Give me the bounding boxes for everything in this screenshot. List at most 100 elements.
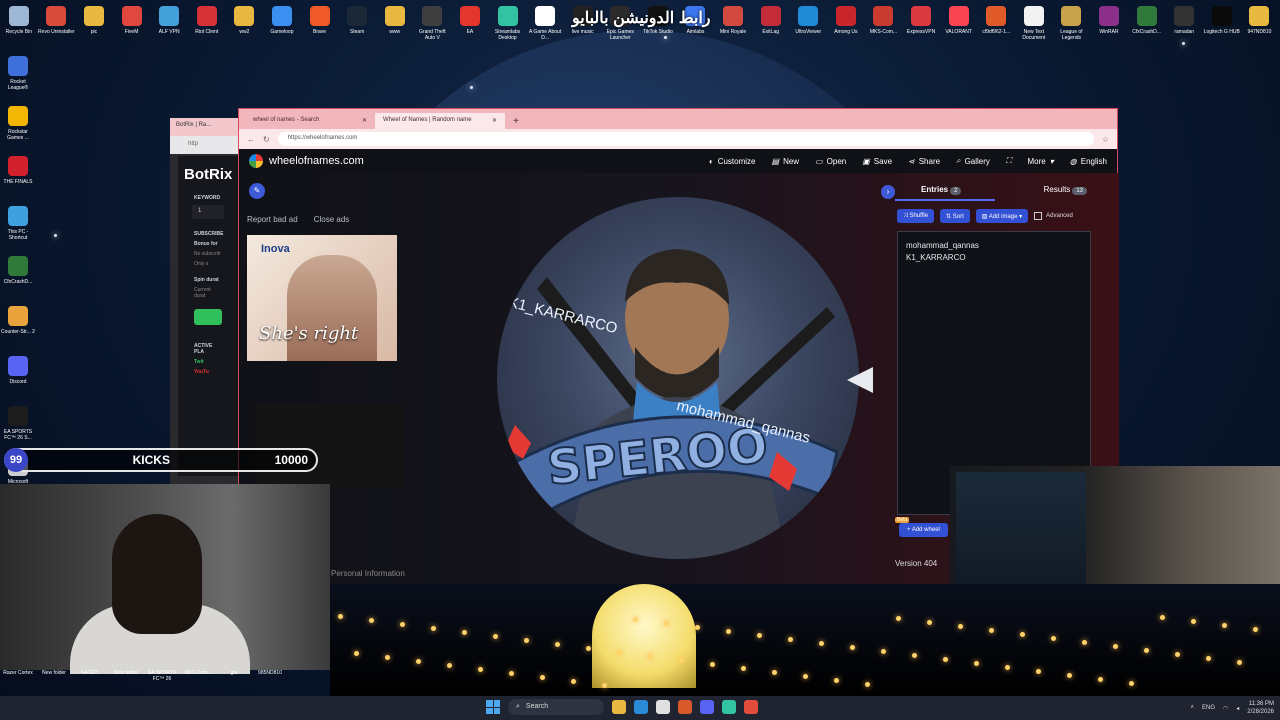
desktop-shortcut[interactable]: New folder — [38, 670, 70, 694]
desktop-shortcut[interactable]: CfxCrashD... — [0, 250, 36, 300]
desktop-shortcut[interactable]: gta — [218, 670, 250, 694]
video-ad[interactable] — [255, 405, 405, 487]
desktop-shortcut[interactable]: UltraViewer — [789, 0, 827, 46]
desktop-shortcut[interactable]: Counter-Str... 2 — [0, 300, 36, 350]
back-icon[interactable]: ← — [247, 135, 255, 144]
desktop-shortcut[interactable]: Grand Theft Auto V — [414, 0, 452, 46]
desktop-shortcut[interactable]: ALF VPN — [150, 0, 188, 46]
nav-new[interactable]: ▤ New — [772, 156, 800, 166]
desktop-shortcut[interactable]: Rockstar Games ... — [0, 100, 36, 150]
desktop-shortcut[interactable]: Recycle Bin — [0, 0, 38, 46]
keyword-input[interactable]: 1 — [192, 205, 224, 219]
reload-icon[interactable]: ↻ — [263, 135, 270, 144]
file-explorer-icon[interactable] — [612, 700, 626, 714]
site-brand[interactable]: wheelofnames.com — [249, 154, 364, 168]
desktop-shortcut[interactable]: Steam — [338, 0, 376, 46]
personal-info-link[interactable]: Personal Information — [331, 569, 405, 578]
desktop-shortcut[interactable]: Among Us — [827, 0, 865, 46]
desktop-shortcut[interactable]: League of Legends — [1053, 0, 1091, 46]
close-icon[interactable]: ✕ — [362, 117, 367, 125]
lang-indicator[interactable]: ENG — [1202, 705, 1215, 711]
desktop-shortcut[interactable]: MKS-Com... — [865, 0, 903, 46]
shuffle-button[interactable]: ⤨ Shuffle — [897, 209, 935, 223]
report-ad-link[interactable]: Report bad ad — [247, 215, 298, 224]
desktop-shortcut[interactable]: THE FINALS — [0, 150, 36, 200]
discord-icon[interactable] — [700, 700, 714, 714]
shortcut-label: This PC - Shortcut — [7, 229, 29, 241]
sort-button[interactable]: ⇅ Sort — [940, 209, 970, 223]
app-icon — [1174, 6, 1195, 26]
desktop-shortcut[interactable]: A Game About D... — [526, 0, 564, 46]
url-input[interactable]: https://wheelofnames.com — [277, 132, 1094, 146]
edit-icon[interactable]: ✎ — [249, 183, 265, 199]
desktop-shortcut[interactable]: ramadan — [1165, 0, 1203, 46]
desktop-shortcut[interactable]: 947ND810 — [1241, 0, 1279, 46]
add-wheel-button[interactable]: Beta + Add wheel — [895, 517, 948, 537]
add-image-button[interactable]: ▨ Add image ▾ — [975, 209, 1029, 223]
tab-results[interactable]: Results 13 — [1044, 185, 1087, 195]
nav-language[interactable]: ◍ English — [1070, 156, 1107, 166]
desktop-shortcut[interactable]: Revo Uninstaller — [38, 0, 76, 46]
chrome-icon[interactable] — [744, 700, 758, 714]
nav-gallery[interactable]: ⌕ Gallery — [956, 156, 990, 166]
collapse-panel-icon[interactable]: › — [881, 185, 895, 199]
app-icon — [159, 6, 180, 26]
nav-share[interactable]: ⋖ Share — [908, 156, 940, 166]
desktop-shortcut[interactable]: New Text Document — [1015, 0, 1053, 46]
desktop-shortcut[interactable]: pic — [75, 0, 113, 46]
windows-start-icon[interactable] — [486, 700, 500, 714]
desktop-shortcut[interactable]: EA — [451, 0, 489, 46]
desktop-shortcut[interactable]: Discord — [0, 350, 36, 400]
desktop-shortcut[interactable]: Riot Client — [188, 0, 226, 46]
tab-search[interactable]: wheel of names - Search ✕ — [245, 113, 375, 129]
desktop-shortcut[interactable]: MKS-Com... — [182, 670, 214, 694]
desktop-shortcut[interactable]: New folder — [110, 670, 142, 694]
desktop-shortcut[interactable]: Mini Royale — [714, 0, 752, 46]
edge-icon[interactable] — [634, 700, 648, 714]
botrix-green-button[interactable] — [194, 309, 222, 325]
advanced-checkbox[interactable]: Advanced — [1034, 212, 1073, 220]
desktop-shortcut[interactable]: www — [376, 0, 414, 46]
desktop-shortcut[interactable]: ExpressVPN — [902, 0, 940, 46]
desktop-shortcut[interactable]: cf9df962-1... — [977, 0, 1015, 46]
ad-banner[interactable]: Inova She's right — [247, 235, 397, 361]
close-icon[interactable]: ✕ — [492, 117, 497, 125]
desktop-shortcut[interactable]: EA SPORTS FC™ 26 — [146, 670, 178, 694]
app-icon[interactable] — [678, 700, 692, 714]
tab-entries[interactable]: Entries 2 — [921, 185, 962, 195]
desktop-shortcut[interactable]: ExitLag — [752, 0, 790, 46]
nav-more[interactable]: More ▾ — [1028, 156, 1054, 166]
clock[interactable]: 11:36 PM 2/28/2026 — [1247, 700, 1274, 716]
taskbar-search[interactable]: ⌕ Search — [508, 699, 604, 715]
spin-wheel[interactable]: SPEROO mohammad_qannas K1_KARRARCO — [497, 197, 859, 559]
notepad-icon[interactable] — [656, 700, 670, 714]
desktop-shortcut[interactable]: FACEIT — [74, 670, 106, 694]
volume-icon[interactable]: ◂ — [1236, 705, 1239, 712]
desktop-shortcut[interactable]: Rocket League® — [0, 50, 36, 100]
nav-fullscreen[interactable]: ⛶ — [1006, 156, 1012, 166]
chevron-up-icon[interactable]: ˄ — [1191, 705, 1195, 711]
desktop-shortcut[interactable]: FiveM — [113, 0, 151, 46]
streamlabs-icon[interactable] — [722, 700, 736, 714]
desktop-shortcut[interactable]: ww2 — [226, 0, 264, 46]
desktop-shortcut[interactable]: Gameloop — [263, 0, 301, 46]
wifi-icon[interactable]: ◠ — [1223, 705, 1228, 712]
desktop-shortcut[interactable]: EA SPORTS FC™ 26 S... — [0, 400, 36, 450]
desktop-shortcut[interactable]: 985ND810 — [254, 670, 286, 694]
new-tab-button[interactable]: + — [505, 114, 527, 129]
desktop-shortcut[interactable]: Razer Cortex — [2, 670, 34, 694]
desktop-shortcut[interactable]: Streamlabs Desktop — [489, 0, 527, 46]
desktop-shortcut[interactable]: This PC - Shortcut — [0, 200, 36, 250]
desktop-shortcut[interactable]: Brave — [301, 0, 339, 46]
desktop-shortcut[interactable]: VALORANT — [940, 0, 978, 46]
desktop-shortcut[interactable]: CfxCrashD... — [1128, 0, 1166, 46]
tab-wheel-of-names[interactable]: Wheel of Names | Random name ✕ — [375, 113, 505, 129]
star-icon[interactable]: ☆ — [1102, 135, 1109, 144]
nav-customize[interactable]: ◐ Customize — [709, 156, 756, 166]
close-ads-link[interactable]: Close ads — [314, 215, 350, 224]
desktop-shortcut[interactable]: Logitech G HUB — [1203, 0, 1241, 46]
desktop-shortcut[interactable]: WinRAR — [1090, 0, 1128, 46]
nav-open[interactable]: ▭ Open — [815, 156, 846, 166]
string-light — [865, 682, 870, 687]
nav-save[interactable]: ▣ Save — [862, 156, 892, 166]
